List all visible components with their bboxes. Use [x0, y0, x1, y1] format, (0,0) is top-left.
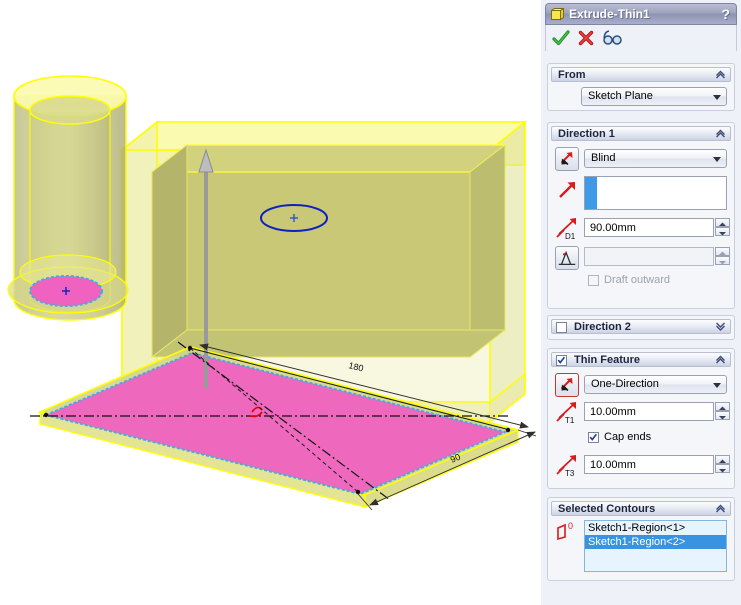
spinner-up[interactable] [715, 402, 730, 411]
chevron-down-icon [713, 157, 721, 162]
spinner-up[interactable] [715, 218, 730, 227]
selected-contours-list[interactable]: Sketch1-Region<1> Sketch1-Region<2> [584, 520, 727, 572]
thin-feature-t1-value: 10.00mm [590, 406, 636, 418]
chevron-down-icon [713, 383, 721, 388]
section-direction1-title: Direction 1 [558, 128, 615, 140]
from-start-condition-value: Sketch Plane [588, 90, 653, 102]
svg-text:T1: T1 [565, 416, 575, 425]
thin-feature-t3-spinner[interactable] [715, 455, 730, 474]
panel-title-bar: Extrude-Thin1 ? [545, 3, 737, 25]
chevron-up-icon[interactable] [715, 503, 726, 514]
cad-preview-svg: 180 90 [7, 75, 537, 511]
close-icon [578, 30, 594, 46]
check-icon [552, 30, 570, 46]
selection-color-swatch [585, 177, 597, 209]
direction1-reference-selectbox[interactable] [584, 176, 727, 210]
from-start-condition-combo[interactable]: Sketch Plane [581, 87, 727, 106]
svg-text:D1: D1 [565, 232, 576, 241]
cap-ends-checkbox[interactable] [588, 432, 599, 443]
panel-action-toolbar [545, 25, 737, 51]
direction1-draft-spinner[interactable] [715, 247, 730, 266]
section-thin-feature-header[interactable]: Thin Feature [551, 352, 731, 367]
thickness-t3-icon: T3 [556, 455, 576, 478]
help-button[interactable]: ? [721, 6, 730, 22]
detailed-preview-button[interactable] [602, 28, 622, 48]
section-selected-contours-header[interactable]: Selected Contours [551, 501, 731, 516]
chevron-down-icon [713, 95, 721, 100]
chevron-up-icon[interactable] [715, 128, 726, 139]
section-thin-feature: Thin Feature One-Direction T1 10.00mm Ca… [547, 348, 735, 489]
section-from-header[interactable]: From [551, 67, 731, 82]
chevron-up-icon[interactable] [715, 69, 726, 80]
spinner-up[interactable] [715, 247, 730, 256]
thin-feature-t1-spinner[interactable] [715, 402, 730, 421]
direction1-reverse-button[interactable] [555, 147, 579, 171]
property-manager-panel: Extrude-Thin1 ? From Sketch Plane Direct… [541, 0, 741, 605]
spinner-up[interactable] [715, 455, 730, 464]
list-item[interactable]: Sketch1-Region<1> [585, 521, 726, 535]
selected-contour-count: 0 [568, 521, 573, 531]
glasses-icon [603, 30, 622, 45]
section-thin-feature-title: Thin Feature [574, 354, 641, 366]
section-direction2: Direction 2 [547, 315, 735, 340]
list-item[interactable]: Sketch1-Region<2> [585, 535, 726, 549]
draft-outward-checkbox[interactable] [588, 275, 599, 286]
direction1-end-condition-combo[interactable]: Blind [584, 149, 727, 168]
check-icon [589, 433, 598, 441]
direction2-enable-checkbox[interactable] [556, 322, 567, 333]
section-from: From Sketch Plane [547, 63, 735, 111]
direction1-draft-field[interactable] [584, 247, 714, 266]
extrude-feature-icon [551, 8, 564, 21]
section-direction1: Direction 1 Blind D1 90.00mm Draft outwa… [547, 122, 735, 309]
direction-vector-icon [559, 182, 575, 198]
thin-feature-type-value: One-Direction [591, 378, 659, 390]
thin-feature-reverse-button[interactable] [555, 373, 579, 397]
spinner-down[interactable] [715, 256, 730, 265]
cap-ends-label: Cap ends [604, 431, 652, 443]
selected-contour-icon: 0 [557, 521, 573, 541]
cancel-button[interactable] [576, 28, 596, 48]
thin-feature-enable-checkbox[interactable] [556, 355, 567, 366]
check-icon [557, 356, 566, 364]
thin-feature-t3-value: 10.00mm [590, 459, 636, 471]
depth-d1-icon: D1 [556, 218, 576, 241]
section-direction1-header[interactable]: Direction 1 [551, 126, 731, 141]
thickness-t1-icon: T1 [556, 402, 576, 425]
reverse-direction-icon [560, 378, 573, 392]
direction1-end-condition-value: Blind [591, 152, 616, 164]
direction1-depth-spinner[interactable] [715, 218, 730, 237]
svg-text:T3: T3 [565, 469, 575, 478]
section-direction2-header[interactable]: Direction 2 [551, 319, 731, 334]
reverse-direction-icon [560, 152, 573, 166]
thin-feature-type-combo[interactable]: One-Direction [584, 375, 727, 394]
thin-feature-t1-field[interactable]: 10.00mm [584, 402, 714, 421]
draft-outward-label: Draft outward [604, 274, 671, 286]
thin-feature-t3-field[interactable]: 10.00mm [584, 455, 714, 474]
draft-angle-icon [558, 250, 576, 266]
spinner-down[interactable] [715, 411, 730, 420]
section-direction2-title: Direction 2 [574, 321, 631, 333]
graphics-area[interactable]: 180 90 [0, 0, 541, 605]
panel-title: Extrude-Thin1 [569, 7, 650, 21]
section-from-title: From [558, 69, 586, 81]
ok-button[interactable] [551, 28, 571, 48]
section-selected-contours-title: Selected Contours [558, 503, 656, 515]
direction1-draft-button[interactable] [555, 246, 579, 270]
sketch-region-circle[interactable] [7, 254, 129, 314]
spinner-down[interactable] [715, 227, 730, 236]
spinner-down[interactable] [715, 464, 730, 473]
section-selected-contours: Selected Contours 0 Sketch1-Region<1> Sk… [547, 497, 735, 581]
chevron-up-icon[interactable] [715, 354, 726, 365]
chevron-down-icon[interactable] [715, 321, 726, 332]
direction1-depth-field[interactable]: 90.00mm [584, 218, 714, 237]
direction1-depth-value: 90.00mm [590, 222, 636, 234]
